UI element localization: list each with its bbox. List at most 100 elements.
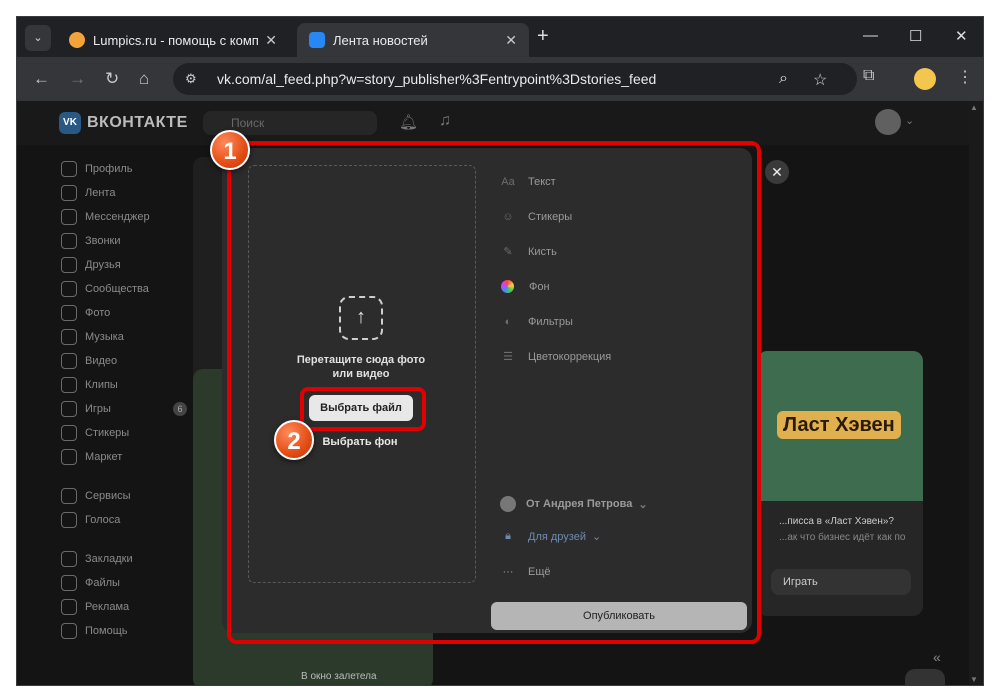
user-avatar[interactable] bbox=[875, 109, 901, 135]
sidebar-item-calls[interactable]: Звонки bbox=[61, 229, 191, 253]
sidebar-item-market[interactable]: Маркет bbox=[61, 445, 191, 469]
sidebar-item-video[interactable]: Видео bbox=[61, 349, 191, 373]
scroll-up-icon[interactable]: ▲ bbox=[970, 103, 978, 112]
groups-icon bbox=[61, 281, 77, 297]
highlight-frame-choose-file bbox=[300, 387, 426, 431]
collapse-chats-icon[interactable]: « bbox=[933, 649, 941, 665]
sidebar-item-voices[interactable]: Голоса bbox=[61, 508, 191, 532]
tab-bar: ⌄ Lumpics.ru - помощь с компь ✕ Лента но… bbox=[17, 17, 983, 57]
friends-icon bbox=[61, 257, 77, 273]
step-marker-2: 2 bbox=[274, 420, 314, 460]
vk-favicon-icon bbox=[309, 32, 325, 48]
game-ad-question: ...писса в «Ласт Хэвен»? bbox=[779, 516, 894, 527]
vk-sidebar: Профиль Лента Мессенджер Звонки Друзья С… bbox=[61, 157, 191, 643]
notifications-icon[interactable]: 🔔︎ bbox=[399, 113, 418, 131]
vk-logo-icon[interactable]: VK bbox=[59, 112, 81, 134]
sidebar-item-help[interactable]: Помощь bbox=[61, 619, 191, 643]
sidebar-item-label: Стикеры bbox=[85, 427, 130, 439]
scroll-down-icon[interactable]: ▼ bbox=[970, 675, 978, 684]
game-ad-image: Ласт Хэвен bbox=[757, 351, 923, 501]
lumpics-favicon-icon bbox=[69, 32, 85, 48]
sidebar-item-files[interactable]: Файлы bbox=[61, 571, 191, 595]
game-ad-card[interactable]: Ласт Хэвен ...писса в «Ласт Хэвен»? ...а… bbox=[757, 351, 923, 616]
chat-bubble-icon[interactable]: ● bbox=[905, 669, 945, 685]
sidebar-item-messenger[interactable]: Мессенджер bbox=[61, 205, 191, 229]
site-info-icon[interactable]: ⚙ bbox=[185, 71, 205, 87]
help-icon bbox=[61, 623, 77, 639]
tab-lumpics[interactable]: Lumpics.ru - помощь с компь ✕ bbox=[57, 23, 289, 57]
game-ad-subtitle: ...ак что бизнес идёт как по bbox=[779, 532, 906, 543]
ads-icon bbox=[61, 599, 77, 615]
sidebar-item-label: Видео bbox=[85, 355, 118, 367]
sidebar-item-profile[interactable]: Профиль bbox=[61, 157, 191, 181]
video-icon bbox=[61, 353, 77, 369]
extensions-icon[interactable]: ⧉ bbox=[863, 67, 874, 85]
sidebar-item-label: Сообщества bbox=[85, 283, 149, 295]
address-bar[interactable]: ⚙ vk.com/al_feed.php?w=story_publisher%3… bbox=[173, 63, 857, 95]
music-icon[interactable]: ♫ bbox=[439, 112, 451, 130]
user-icon bbox=[61, 161, 77, 177]
sidebar-item-services[interactable]: Сервисы bbox=[61, 484, 191, 508]
sidebar-item-games[interactable]: Игры 6 bbox=[61, 397, 191, 421]
game-ad-title: Ласт Хэвен bbox=[777, 411, 901, 439]
chat-icon bbox=[61, 209, 77, 225]
sidebar-item-label: Фото bbox=[85, 307, 111, 319]
close-tab-icon[interactable]: ✕ bbox=[265, 32, 277, 49]
sidebar-item-label: Звонки bbox=[85, 235, 121, 247]
sidebar-item-clips[interactable]: Клипы bbox=[61, 373, 191, 397]
menu-kebab-icon[interactable]: ⋮ bbox=[957, 67, 973, 87]
vk-logo-text[interactable]: ВКОНТАКТЕ bbox=[87, 114, 188, 132]
scrollbar[interactable] bbox=[969, 101, 983, 685]
sidebar-item-label: Профиль bbox=[85, 163, 133, 175]
new-tab-button[interactable]: + bbox=[537, 25, 549, 48]
bookmark-star-icon[interactable]: ☆ bbox=[813, 70, 827, 90]
tab-title: Lumpics.ru - помощь с компь bbox=[93, 32, 260, 48]
sidebar-item-label: Голоса bbox=[85, 514, 121, 526]
close-icon[interactable]: ✕ bbox=[765, 160, 789, 184]
vk-header: VK ВКОНТАКТЕ Поиск 🔔︎ ♫ ⌄ bbox=[17, 101, 983, 145]
minimize-icon[interactable]: — bbox=[863, 27, 878, 44]
phone-icon bbox=[61, 233, 77, 249]
market-icon bbox=[61, 449, 77, 465]
close-window-icon[interactable]: ✕ bbox=[955, 27, 968, 45]
reload-icon[interactable]: ↻ bbox=[105, 69, 119, 89]
sidebar-item-label: Файлы bbox=[85, 577, 120, 589]
address-toolbar: ← → ↻ ⌂ ⚙ vk.com/al_feed.php?w=story_pub… bbox=[17, 57, 983, 101]
home-icon[interactable]: ⌂ bbox=[139, 69, 149, 89]
clips-icon bbox=[61, 377, 77, 393]
tab-vk-feed[interactable]: Лента новостей ✕ bbox=[297, 23, 529, 57]
feed-post-text: В окно залетела bbox=[301, 671, 377, 682]
sidebar-item-label: Маркет bbox=[85, 451, 123, 463]
forward-icon[interactable]: → bbox=[69, 69, 86, 89]
games-count-badge: 6 bbox=[173, 402, 187, 416]
sidebar-item-label: Сервисы bbox=[85, 490, 131, 502]
maximize-icon[interactable]: ☐ bbox=[909, 27, 922, 45]
zoom-icon[interactable]: ⌕ bbox=[779, 70, 788, 88]
sidebar-item-label: Клипы bbox=[85, 379, 118, 391]
back-icon[interactable]: ← bbox=[33, 69, 50, 89]
tab-search-button[interactable]: ⌄ bbox=[25, 25, 51, 51]
sidebar-item-photo[interactable]: Фото bbox=[61, 301, 191, 325]
sidebar-item-label: Реклама bbox=[85, 601, 130, 613]
step-marker-1: 1 bbox=[210, 130, 250, 170]
profile-avatar[interactable] bbox=[914, 68, 936, 90]
sidebar-item-ads[interactable]: Реклама bbox=[61, 595, 191, 619]
sidebar-item-feed[interactable]: Лента bbox=[61, 181, 191, 205]
sidebar-item-groups[interactable]: Сообщества bbox=[61, 277, 191, 301]
voices-icon bbox=[61, 512, 77, 528]
close-tab-icon[interactable]: ✕ bbox=[505, 32, 517, 49]
sidebar-item-bookmarks[interactable]: Закладки bbox=[61, 547, 191, 571]
url-text[interactable]: vk.com/al_feed.php?w=story_publisher%3Fe… bbox=[217, 71, 857, 87]
sidebar-item-friends[interactable]: Друзья bbox=[61, 253, 191, 277]
sidebar-item-label: Лента bbox=[85, 187, 116, 199]
play-button[interactable]: Играть bbox=[771, 569, 911, 595]
music-icon bbox=[61, 329, 77, 345]
services-icon bbox=[61, 488, 77, 504]
games-icon bbox=[61, 401, 77, 417]
sidebar-item-label: Игры bbox=[85, 403, 111, 415]
sidebar-item-label: Закладки bbox=[85, 553, 133, 565]
sidebar-item-music[interactable]: Музыка bbox=[61, 325, 191, 349]
sidebar-item-label: Друзья bbox=[85, 259, 121, 271]
sidebar-item-stickers[interactable]: Стикеры bbox=[61, 421, 191, 445]
chevron-down-icon[interactable]: ⌄ bbox=[905, 114, 914, 127]
